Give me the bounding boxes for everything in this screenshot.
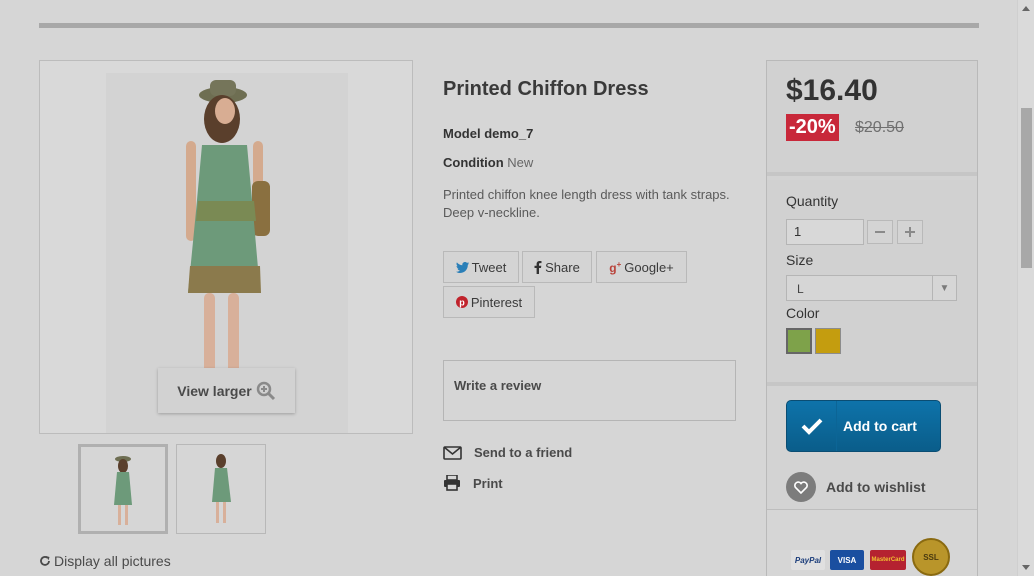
- options-section: Quantity 1 Size L ▼ Color: [767, 180, 977, 386]
- print-label: Print: [473, 475, 503, 491]
- mastercard-logo: MasterCard: [870, 550, 906, 570]
- google-plus-label: Google+: [624, 259, 674, 275]
- wishlist-label: Add to wishlist: [826, 479, 926, 495]
- chevron-down-icon: ▼: [932, 276, 956, 300]
- checkmark-icon: [787, 401, 837, 451]
- minus-icon: [875, 231, 885, 233]
- thumbnail-figure: [212, 454, 231, 523]
- paypal-logo: PayPal: [791, 550, 825, 570]
- google-plus-icon: g+: [609, 259, 622, 275]
- product-model: Model demo_7: [443, 126, 533, 141]
- tweet-button[interactable]: Tweet: [443, 251, 519, 283]
- heart-icon: [786, 472, 816, 502]
- plus-icon: [905, 227, 915, 237]
- facebook-icon: [534, 260, 542, 274]
- product-description: Printed chiffon knee length dress with t…: [443, 187, 730, 220]
- printer-icon: [444, 475, 460, 491]
- add-to-cart-label: Add to cart: [843, 418, 917, 434]
- refresh-icon: [40, 556, 50, 566]
- scrollbar[interactable]: [1017, 0, 1034, 576]
- tweet-label: Tweet: [471, 259, 507, 275]
- thumbnail-2[interactable]: [176, 444, 266, 534]
- color-label: Color: [786, 305, 820, 321]
- share-label: Share: [545, 259, 580, 275]
- google-plus-button[interactable]: g+ Google+: [596, 251, 687, 283]
- discount-badge: -20%: [786, 114, 839, 141]
- visa-logo: VISA: [830, 550, 864, 570]
- add-to-cart-button[interactable]: Add to cart: [786, 400, 941, 452]
- product-main-image[interactable]: View larger: [39, 60, 413, 434]
- product-condition: Condition New: [443, 155, 533, 170]
- size-select[interactable]: L ▼: [786, 275, 957, 301]
- envelope-icon: [443, 445, 462, 460]
- pinterest-label: Pinterest: [470, 294, 523, 310]
- product-title: Printed Chiffon Dress: [443, 78, 649, 100]
- thumbnail-figure: [114, 456, 132, 525]
- send-to-friend-link[interactable]: Send to a friend: [443, 445, 572, 460]
- zoom-icon: [256, 381, 275, 400]
- model-label: Model: [443, 126, 481, 141]
- color-swatch-yellow[interactable]: [815, 328, 841, 354]
- display-all-label: Display all pictures: [54, 553, 171, 569]
- scroll-up-icon[interactable]: [1022, 6, 1030, 11]
- pinterest-icon: p: [455, 296, 468, 308]
- display-all-pictures-link[interactable]: Display all pictures: [39, 553, 171, 569]
- thumbnail-1[interactable]: [78, 444, 168, 534]
- color-swatch-green[interactable]: [786, 328, 812, 354]
- scrollbar-thumb[interactable]: [1021, 108, 1032, 268]
- old-price: $20.50: [855, 119, 904, 136]
- current-price: $16.40: [786, 74, 878, 107]
- quantity-decrease-button[interactable]: [867, 220, 893, 244]
- size-value: L: [797, 282, 804, 296]
- model-value: demo_7: [484, 126, 534, 141]
- pinterest-button[interactable]: p Pinterest: [443, 286, 535, 318]
- write-review-box[interactable]: Write a review: [443, 360, 736, 421]
- write-review-label: Write a review: [454, 378, 542, 393]
- quantity-label: Quantity: [786, 193, 839, 209]
- quantity-increase-button[interactable]: [897, 220, 923, 244]
- top-divider: [39, 23, 979, 28]
- ssl-badge: SSL: [912, 538, 950, 576]
- add-to-wishlist-link[interactable]: Add to wishlist: [786, 472, 926, 502]
- view-larger-label: View larger: [177, 382, 252, 399]
- size-label: Size: [786, 252, 814, 268]
- quantity-input[interactable]: 1: [786, 219, 864, 245]
- facebook-share-button[interactable]: Share: [522, 251, 592, 283]
- condition-label: Condition: [443, 155, 504, 170]
- payment-methods: PayPal VISA MasterCard SSL: [767, 509, 977, 576]
- scroll-down-icon[interactable]: [1022, 565, 1030, 570]
- svg-text:p: p: [459, 298, 465, 308]
- view-larger-button[interactable]: View larger: [158, 368, 295, 413]
- price-section: $16.40 -20% $20.50: [767, 61, 977, 176]
- print-link[interactable]: Print: [443, 475, 503, 491]
- twitter-icon: [455, 261, 469, 273]
- buy-box: $16.40 -20% $20.50 Quantity 1 Size L ▼ C…: [766, 60, 978, 576]
- condition-value: New: [507, 155, 534, 170]
- send-to-friend-label: Send to a friend: [474, 445, 573, 460]
